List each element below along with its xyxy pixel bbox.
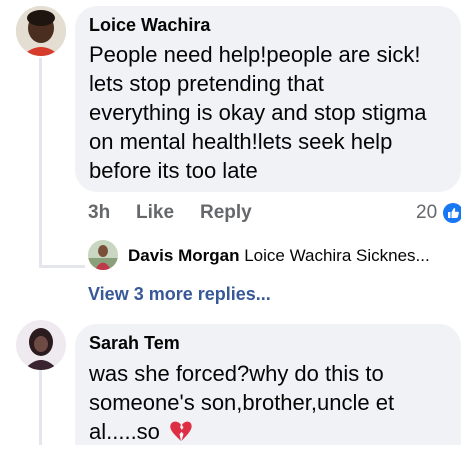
comment-time[interactable]: 3h (88, 202, 110, 224)
comment-actions: 3h Like Reply 20 (88, 202, 461, 226)
comment-line: lets stop pretending that (89, 71, 324, 96)
comment-line-text: al.....so (89, 419, 160, 444)
comment-author[interactable]: Loice Wachira (89, 15, 461, 36)
comment-line: al.....so (89, 417, 461, 449)
comment-line: someone's son,brother,uncle et (89, 390, 395, 415)
like-icon (443, 203, 461, 229)
reaction-count[interactable]: 20 (416, 202, 437, 224)
reply-author[interactable]: Davis Morgan (128, 246, 239, 265)
comment-text: People need help!people are sick! lets s… (89, 40, 461, 185)
thread-branch (39, 265, 85, 268)
avatar[interactable] (16, 6, 66, 56)
reply-button[interactable]: Reply (200, 202, 252, 224)
comment-line: was she forced?why do this to (89, 361, 384, 386)
thread-line-2 (39, 368, 42, 445)
comment-text: was she forced?why do this to someone's … (89, 359, 461, 449)
reply-avatar-image (88, 240, 118, 270)
thread-line (39, 58, 42, 268)
comment-author[interactable]: Sarah Tem (89, 333, 461, 354)
view-more-replies[interactable]: View 3 more replies... (88, 284, 271, 305)
like-button[interactable]: Like (136, 202, 174, 224)
comment-line: before its too late (89, 158, 258, 183)
avatar-image (16, 6, 66, 56)
comment-line: People need help!people are sick! (89, 42, 421, 67)
avatar-image (16, 320, 66, 370)
reply-snippet: Loice Wachira Sicknes... (244, 246, 430, 265)
comment-bubble: Sarah Tem was she forced?why do this to … (75, 324, 461, 445)
comment-line: everything is okay and stop stigma (89, 100, 427, 125)
comment-bubble: Loice Wachira People need help!people ar… (75, 6, 461, 192)
comment-line: on mental health!lets seek help (89, 129, 393, 154)
reply-avatar[interactable] (88, 240, 118, 270)
reply-preview[interactable]: Davis Morgan Loice Wachira Sicknes... (128, 246, 430, 266)
avatar[interactable] (16, 320, 66, 370)
